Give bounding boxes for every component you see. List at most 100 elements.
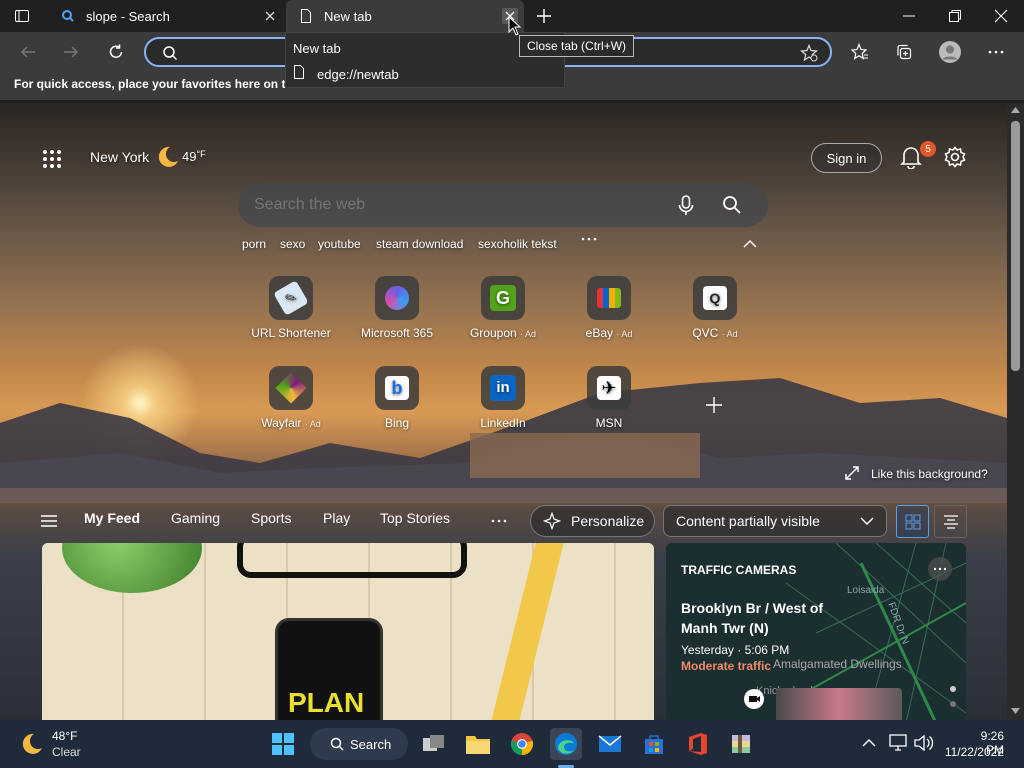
search-suggestion[interactable]: sexo: [280, 237, 305, 251]
list-view-icon[interactable]: [934, 505, 967, 538]
weather-moon-icon[interactable]: [20, 732, 44, 756]
temperature-value: 49: [182, 149, 197, 164]
search-icon[interactable]: [722, 195, 742, 215]
favorites-icon[interactable]: [844, 36, 876, 68]
microsoft-store-icon[interactable]: [638, 728, 670, 760]
more-tabs-icon[interactable]: [490, 518, 508, 524]
search-suggestion[interactable]: porn: [242, 237, 266, 251]
scroll-down-arrow-icon[interactable]: [1011, 708, 1020, 714]
tab-title: New tab: [324, 8, 372, 24]
weather-location[interactable]: New York: [90, 149, 149, 165]
content-visibility-dropdown[interactable]: Content partially visible: [663, 505, 887, 537]
quick-link-ebay[interactable]: eBay · Ad: [549, 276, 669, 340]
task-view-icon[interactable]: [418, 728, 450, 760]
edge-icon[interactable]: [550, 728, 582, 760]
windows-start-icon[interactable]: [267, 728, 299, 760]
traffic-camera-card[interactable]: Loisaida FDR Dr N Amalgamated Dwellings …: [666, 543, 966, 720]
ad-label: · Ad: [721, 329, 738, 339]
camera-pin-icon: [744, 689, 764, 709]
hover-card-title: New tab: [293, 41, 341, 56]
hamburger-menu-icon[interactable]: [40, 514, 58, 528]
page-icon: [298, 8, 314, 24]
like-background-link[interactable]: Like this background?: [871, 467, 988, 481]
profile-avatar-icon[interactable]: [934, 36, 966, 68]
news-card-main[interactable]: PLAN: [42, 543, 654, 720]
app-launcher-icon[interactable]: [42, 149, 62, 169]
close-window-icon[interactable]: [993, 8, 1009, 24]
notifications-bell-icon[interactable]: [900, 145, 922, 169]
add-shortcut-plus-icon[interactable]: [704, 395, 724, 415]
scrollbar-thumb[interactable]: [1011, 121, 1020, 371]
tab-top-stories[interactable]: Top Stories: [380, 510, 450, 526]
phone-screen-text: PLAN: [288, 687, 365, 718]
tab-my-feed[interactable]: My Feed: [84, 510, 140, 526]
tab-actions-icon[interactable]: [14, 8, 30, 24]
tab-sports[interactable]: Sports: [251, 510, 291, 526]
add-favorite-star-icon[interactable]: [800, 44, 818, 62]
tab-slope-search[interactable]: slope - Search: [48, 0, 284, 32]
new-tab-plus-icon[interactable]: [535, 7, 553, 25]
personalize-label: Personalize: [571, 513, 645, 529]
card-more-options-icon[interactable]: [928, 557, 952, 581]
personalize-button[interactable]: Personalize: [530, 505, 655, 537]
scroll-up-arrow-icon[interactable]: [1011, 107, 1020, 113]
quick-link-groupon[interactable]: G Groupon · Ad: [443, 276, 563, 340]
more-suggestions-icon[interactable]: [580, 235, 598, 243]
microphone-icon[interactable]: [678, 195, 694, 217]
collections-icon[interactable]: [888, 36, 920, 68]
page-icon: [292, 64, 306, 80]
taskbar-search-button[interactable]: Search: [310, 728, 408, 760]
tab-new-tab[interactable]: New tab: [286, 0, 524, 32]
feed-navigation: My Feed Gaming Sports Play Top Stories P…: [0, 498, 1007, 542]
mail-icon[interactable]: [594, 728, 626, 760]
quick-link-qvc[interactable]: Q QVC · Ad: [655, 276, 775, 340]
search-suggestion[interactable]: sexoholik tekst: [478, 237, 557, 251]
card-time: Yesterday · 5:06 PM: [681, 643, 790, 657]
back-arrow-icon[interactable]: [12, 36, 44, 68]
sign-in-label: Sign in: [826, 150, 867, 166]
collapse-chevron-up-icon[interactable]: [743, 239, 757, 248]
search-suggestion[interactable]: youtube: [318, 237, 361, 251]
tab-gaming[interactable]: Gaming: [171, 510, 220, 526]
expand-arrows-icon[interactable]: [845, 466, 859, 480]
quick-link-bing[interactable]: b Bing: [337, 366, 457, 430]
refresh-icon[interactable]: [100, 36, 132, 68]
moon-icon: [156, 145, 180, 169]
quick-link-url-shortener[interactable]: ✎ URL Shortener: [231, 276, 351, 340]
ad-label: · Ad: [304, 419, 321, 429]
carousel-dot[interactable]: [950, 701, 956, 707]
show-hidden-icons-chevron-icon[interactable]: [862, 738, 876, 747]
quick-link-wayfair[interactable]: Wayfair · Ad: [231, 366, 351, 430]
more-menu-icon[interactable]: [980, 36, 1012, 68]
web-search-input[interactable]: [254, 193, 654, 217]
microsoft-365-icon: [375, 276, 419, 320]
tab-title: slope - Search: [86, 8, 170, 24]
volume-speaker-icon[interactable]: [914, 734, 934, 752]
taskbar-weather-temp[interactable]: 48°F: [52, 729, 77, 743]
ad-label: · Ad: [616, 329, 633, 339]
clock-date[interactable]: 11/22/2022: [944, 745, 1004, 759]
close-tab-icon[interactable]: [262, 8, 278, 24]
weather-temperature[interactable]: 49°F: [182, 149, 206, 164]
file-explorer-icon[interactable]: [462, 728, 494, 760]
tab-play[interactable]: Play: [323, 510, 350, 526]
sign-in-button[interactable]: Sign in: [811, 143, 882, 173]
office-icon[interactable]: [682, 728, 714, 760]
page-scrollbar[interactable]: [1007, 103, 1024, 720]
grid-view-icon[interactable]: [896, 505, 929, 538]
network-icon[interactable]: [889, 734, 909, 752]
quick-link-microsoft-365[interactable]: Microsoft 365: [337, 276, 457, 340]
winrar-icon[interactable]: [726, 728, 758, 760]
quick-link-msn[interactable]: ✈ MSN: [549, 366, 669, 430]
search-suggestion[interactable]: steam download: [376, 237, 463, 251]
quick-link-linkedin[interactable]: in LinkedIn: [443, 366, 563, 430]
chrome-icon[interactable]: [506, 728, 538, 760]
web-search-box[interactable]: [238, 183, 768, 227]
carousel-dot[interactable]: [950, 686, 956, 692]
map-label: Amalgamated Dwellings: [773, 657, 902, 671]
settings-gear-icon[interactable]: [944, 146, 966, 168]
minimize-icon[interactable]: [901, 8, 917, 24]
quick-link-label: LinkedIn: [480, 416, 526, 430]
restore-icon[interactable]: [947, 8, 963, 24]
forward-arrow-icon[interactable]: [55, 36, 87, 68]
